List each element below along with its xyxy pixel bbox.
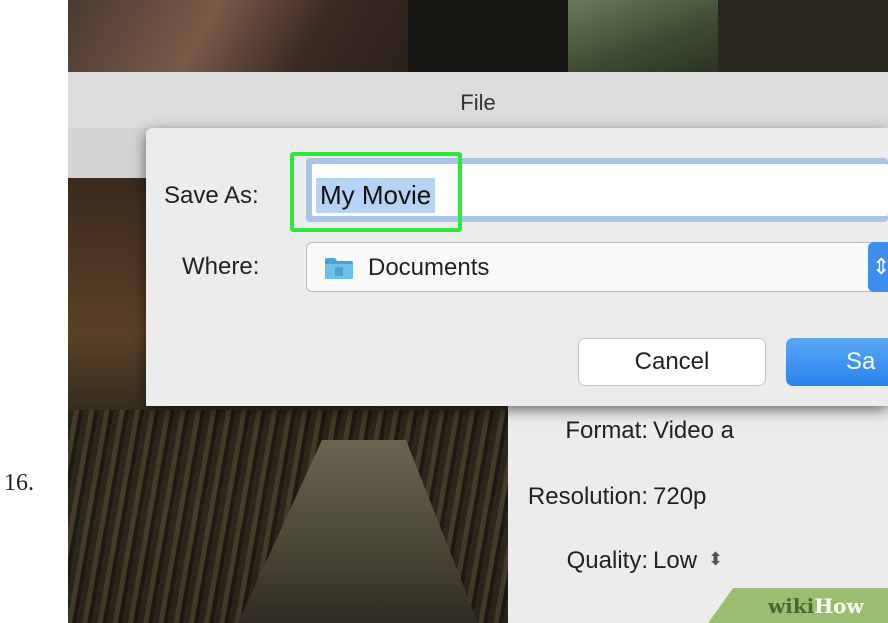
wikihow-logo: wikiHow bbox=[768, 594, 864, 618]
quality-label: Quality: bbox=[566, 547, 648, 574]
where-select-value: Documents bbox=[368, 254, 490, 281]
chevron-updown-icon[interactable]: ⇕ bbox=[868, 242, 888, 292]
save-button[interactable]: Sa bbox=[786, 338, 888, 386]
save-dialog: Save As: My Movie Where: Documents ⇕ Can… bbox=[146, 128, 888, 406]
save-as-label: Save As: bbox=[164, 182, 259, 209]
step-number: 16. bbox=[4, 470, 34, 496]
format-label: Format: bbox=[565, 417, 648, 444]
thumbnail-strip bbox=[68, 0, 888, 72]
thumbnail-image[interactable] bbox=[408, 0, 568, 72]
window-title: File bbox=[460, 90, 496, 115]
folder-icon bbox=[325, 258, 353, 279]
cancel-button[interactable]: Cancel bbox=[578, 338, 766, 386]
quality-select[interactable]: Low bbox=[653, 547, 697, 575]
thumbnail-image[interactable] bbox=[568, 0, 718, 72]
highlight-annotation bbox=[290, 152, 462, 232]
thumbnail-image[interactable] bbox=[68, 0, 408, 72]
window-title-bar: File bbox=[68, 72, 888, 129]
format-value[interactable]: Video a bbox=[653, 417, 734, 445]
resolution-label: Resolution: bbox=[527, 483, 648, 510]
where-label: Where: bbox=[182, 253, 260, 280]
updown-chevron-icon[interactable]: ⬍ bbox=[708, 549, 723, 570]
resolution-select[interactable]: 720p bbox=[653, 483, 706, 511]
app-screenshot: File Format: Video a Resolution: 720p Qu… bbox=[68, 0, 888, 623]
